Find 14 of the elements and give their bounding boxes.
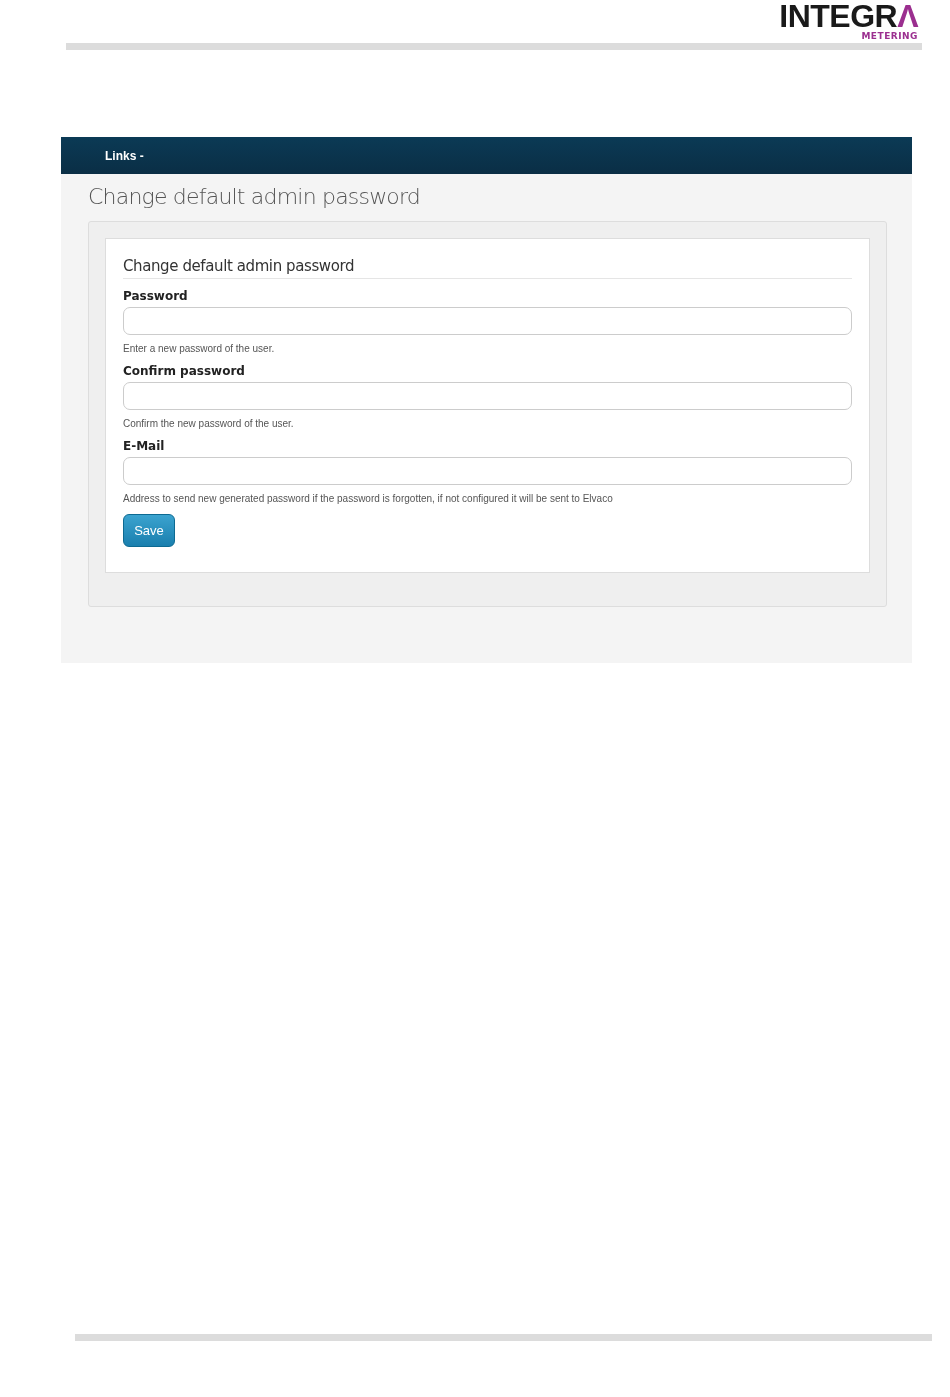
input-field[interactable] (123, 457, 852, 485)
links-menu[interactable]: Links - (101, 148, 148, 163)
brand-logo: INTEGRΛ METERING (779, 0, 918, 43)
field-label: Password (123, 289, 189, 303)
help-text: Address to send new generated password if the password is forgotten, if not configured it will be sent to Elvaco (123, 493, 614, 504)
save-button[interactable]: Save (123, 514, 175, 547)
help-text: Enter a new password of the user. (123, 343, 276, 354)
input-field[interactable] (123, 307, 852, 335)
input-field[interactable] (123, 382, 852, 410)
help-text: Confirm the new password of the user. (123, 418, 295, 429)
field-label: E-Mail (123, 439, 166, 453)
form-legend: Change default admin password (123, 257, 852, 279)
page-title: Change default admin password (88, 184, 422, 209)
field-label: Confirm password (123, 364, 246, 378)
